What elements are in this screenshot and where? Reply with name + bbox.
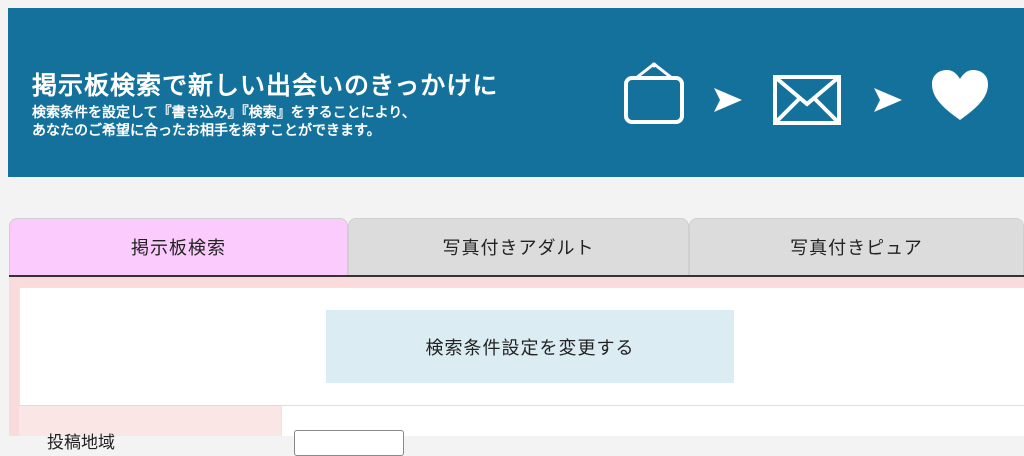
heart-icon bbox=[932, 70, 988, 120]
tab-photo-pure[interactable]: 写真付きピュア bbox=[689, 218, 1024, 275]
banner-subtitle-line1: 検索条件を設定して『書き込み』『検索』をすることにより、 bbox=[32, 105, 416, 121]
banner-title: 掲示板検索で新しい出会いのきっかけに bbox=[32, 71, 499, 100]
post-region-label: 投稿地域 bbox=[47, 433, 115, 453]
hero-banner: 掲示板検索で新しい出会いのきっかけに 検索条件を設定して『書き込み』『検索』をす… bbox=[8, 8, 1024, 177]
banner-subtitle-line2: あなたのご希望に合ったお相手を探すことができます。 bbox=[32, 123, 381, 139]
envelope-icon bbox=[773, 75, 841, 125]
post-region-select[interactable] bbox=[294, 430, 404, 456]
arrow-right-icon bbox=[874, 88, 902, 112]
search-panel-header: 検索条件設定を変更する bbox=[19, 287, 1024, 407]
arrow-right-icon bbox=[714, 88, 742, 112]
banner-subtitle: 検索条件を設定して『書き込み』『検索』をすることにより、 あなたのご希望に合った… bbox=[32, 104, 416, 140]
change-search-conditions-button[interactable]: 検索条件設定を変更する bbox=[326, 310, 734, 383]
form-row-field bbox=[282, 406, 1024, 456]
tab-bulletin-search[interactable]: 掲示板検索 bbox=[9, 218, 348, 275]
form-row-label: 投稿地域 bbox=[19, 406, 282, 453]
search-panel: 検索条件設定を変更する 投稿地域 bbox=[9, 277, 1024, 456]
flow-illustration bbox=[608, 62, 988, 132]
tab-bar: 掲示板検索 写真付きアダルト 写真付きピュア bbox=[9, 218, 1024, 276]
tab-photo-adult[interactable]: 写真付きアダルト bbox=[348, 218, 689, 275]
signboard-icon bbox=[624, 62, 684, 124]
